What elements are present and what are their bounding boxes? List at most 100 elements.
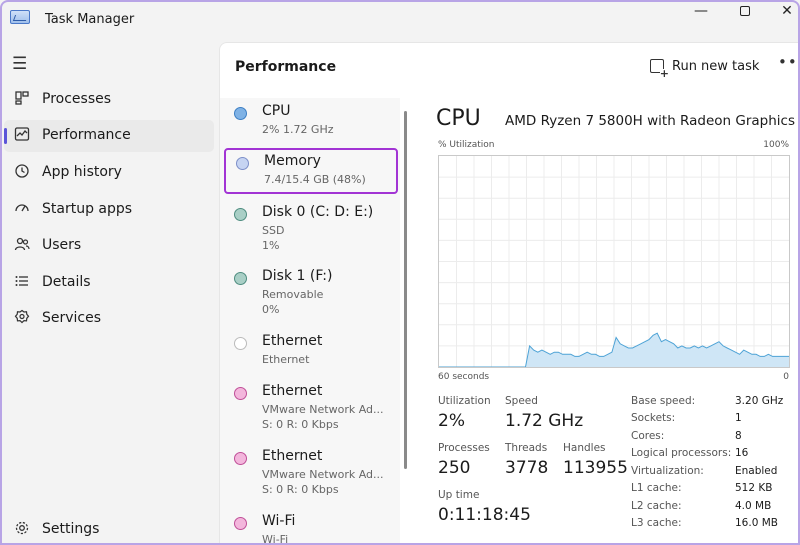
cpu-detail-panel: CPU AMD Ryzen 7 5800H with Radeon Graphi… bbox=[425, 98, 798, 543]
device-list-scrollbar[interactable] bbox=[404, 111, 407, 469]
spec-l3-cache-value: 16.0 MB bbox=[735, 517, 778, 529]
device-item-ethernet-vmware-1[interactable]: Ethernet VMware Network Ad... S: 0 R: 0 … bbox=[224, 378, 398, 438]
device-item-wifi[interactable]: Wi-Fi Wi-Fi bbox=[224, 508, 398, 545]
sidebar-item-label: Services bbox=[42, 310, 102, 326]
device-detail: VMware Network Ad... bbox=[262, 403, 384, 416]
device-item-ethernet[interactable]: Ethernet Ethernet bbox=[224, 328, 398, 372]
sidebar-item-label: Startup apps bbox=[42, 201, 133, 217]
close-icon: ✕ bbox=[781, 3, 793, 19]
utilization-value: 2% bbox=[438, 411, 465, 431]
cpu-graph-canvas bbox=[439, 156, 789, 367]
title-bar: Task Manager — ✕ bbox=[2, 2, 798, 40]
device-name: Disk 1 (F:) bbox=[262, 268, 333, 284]
startup-apps-icon bbox=[12, 200, 32, 220]
window-title: Task Manager bbox=[45, 12, 135, 27]
spec-base-speed-label: Base speed: bbox=[631, 395, 696, 407]
graph-time-zero-label: 0 bbox=[783, 372, 789, 382]
task-manager-window: Task Manager — ✕ ☰ Processes Performance… bbox=[0, 0, 800, 545]
sidebar-item-label: Users bbox=[42, 237, 82, 253]
sidebar-item-app-history[interactable]: App history bbox=[4, 157, 214, 189]
cpu-model-name: AMD Ryzen 7 5800H with Radeon Graphics bbox=[505, 113, 796, 129]
uptime-label: Up time bbox=[438, 489, 480, 501]
sidebar-item-label: Details bbox=[42, 274, 91, 290]
speed-value: 1.72 GHz bbox=[505, 411, 584, 431]
spec-virtualization-value: Enabled bbox=[735, 465, 778, 477]
spec-l3-cache-label: L3 cache: bbox=[631, 517, 682, 529]
users-icon bbox=[12, 236, 32, 256]
device-detail: SSD bbox=[262, 224, 285, 237]
spec-sockets-label: Sockets: bbox=[631, 412, 676, 424]
threads-value: 3778 bbox=[505, 458, 549, 478]
close-button[interactable]: ✕ bbox=[764, 2, 798, 24]
device-detail: VMware Network Ad... bbox=[262, 468, 384, 481]
spec-l2-cache-label: L2 cache: bbox=[631, 500, 682, 512]
sidebar-item-processes[interactable]: Processes bbox=[4, 84, 214, 116]
minimize-icon: — bbox=[694, 3, 708, 19]
spec-logical-processors-value: 16 bbox=[735, 447, 749, 459]
sidebar-item-settings[interactable]: Settings bbox=[4, 514, 214, 543]
spec-cores-value: 8 bbox=[735, 430, 742, 442]
device-usage: S: 0 R: 0 Kbps bbox=[262, 418, 339, 431]
device-status-dot bbox=[236, 157, 249, 170]
sidebar: ☰ Processes Performance App history Star… bbox=[2, 42, 218, 543]
spec-sockets-value: 1 bbox=[735, 412, 742, 424]
device-usage: 1% bbox=[262, 239, 280, 252]
device-list: CPU 2% 1.72 GHz Memory 7.4/15.4 GB (48%)… bbox=[220, 98, 400, 545]
spec-l2-cache-value: 4.0 MB bbox=[735, 500, 772, 512]
device-item-cpu[interactable]: CPU 2% 1.72 GHz bbox=[224, 98, 398, 142]
settings-gear-icon bbox=[12, 520, 32, 540]
device-item-memory[interactable]: Memory 7.4/15.4 GB (48%) bbox=[224, 148, 398, 194]
hamburger-menu-icon[interactable]: ☰ bbox=[12, 54, 27, 74]
spec-virtualization-label: Virtualization: bbox=[631, 465, 704, 477]
sidebar-item-services[interactable]: Services bbox=[4, 303, 214, 335]
device-name: Ethernet bbox=[262, 383, 323, 399]
details-icon bbox=[12, 273, 32, 293]
device-item-disk-0[interactable]: Disk 0 (C: D: E:) SSD 1% bbox=[224, 199, 398, 259]
processes-label: Processes bbox=[438, 442, 490, 454]
device-name: Memory bbox=[264, 153, 321, 169]
device-detail: Wi-Fi bbox=[262, 533, 289, 545]
device-status-dot bbox=[234, 452, 247, 465]
performance-icon bbox=[12, 126, 32, 146]
spec-logical-processors-label: Logical processors: bbox=[631, 447, 732, 459]
maximize-icon bbox=[740, 6, 750, 16]
threads-label: Threads bbox=[505, 442, 548, 454]
device-name: Ethernet bbox=[262, 333, 323, 349]
device-status-dot bbox=[234, 337, 247, 350]
spec-l1-cache-label: L1 cache: bbox=[631, 482, 682, 494]
processes-icon bbox=[12, 90, 32, 110]
device-name: Disk 0 (C: D: E:) bbox=[262, 204, 374, 220]
main-content: Performance Run new task ••• CPU 2% 1.72… bbox=[219, 42, 798, 545]
device-detail: Removable bbox=[262, 288, 324, 301]
sidebar-item-startup-apps[interactable]: Startup apps bbox=[4, 194, 214, 226]
task-manager-app-icon bbox=[10, 10, 30, 24]
utilization-max-label: 100% bbox=[763, 140, 789, 150]
device-usage: S: 0 R: 0 Kbps bbox=[262, 483, 339, 496]
device-name: Ethernet bbox=[262, 448, 323, 464]
spec-l1-cache-value: 512 KB bbox=[735, 482, 773, 494]
uptime-value: 0:11:18:45 bbox=[438, 505, 531, 525]
device-status-dot bbox=[234, 387, 247, 400]
device-detail: 2% 1.72 GHz bbox=[262, 123, 334, 136]
spec-base-speed-value: 3.20 GHz bbox=[735, 395, 784, 407]
graph-time-span-label: 60 seconds bbox=[438, 372, 490, 382]
utilization-label: Utilization bbox=[438, 395, 491, 407]
device-item-disk-1[interactable]: Disk 1 (F:) Removable 0% bbox=[224, 263, 398, 323]
processes-value: 250 bbox=[438, 458, 471, 478]
sidebar-item-performance[interactable]: Performance bbox=[4, 120, 214, 152]
run-new-task-icon bbox=[650, 59, 669, 79]
device-name: Wi-Fi bbox=[262, 513, 296, 529]
sidebar-item-details[interactable]: Details bbox=[4, 267, 214, 299]
sidebar-item-users[interactable]: Users bbox=[4, 230, 214, 262]
device-item-ethernet-vmware-2[interactable]: Ethernet VMware Network Ad... S: 0 R: 0 … bbox=[224, 443, 398, 503]
maximize-button[interactable] bbox=[722, 2, 768, 24]
minimize-button[interactable]: — bbox=[678, 2, 724, 24]
sidebar-item-label: Settings bbox=[42, 521, 100, 537]
cpu-heading: CPU bbox=[436, 106, 481, 131]
device-detail: 7.4/15.4 GB (48%) bbox=[264, 173, 366, 186]
more-options-icon[interactable]: ••• bbox=[778, 53, 798, 71]
services-icon bbox=[12, 309, 32, 329]
handles-value: 113955 bbox=[563, 458, 628, 478]
sidebar-item-label: Processes bbox=[42, 91, 112, 107]
app-history-icon bbox=[12, 163, 32, 183]
